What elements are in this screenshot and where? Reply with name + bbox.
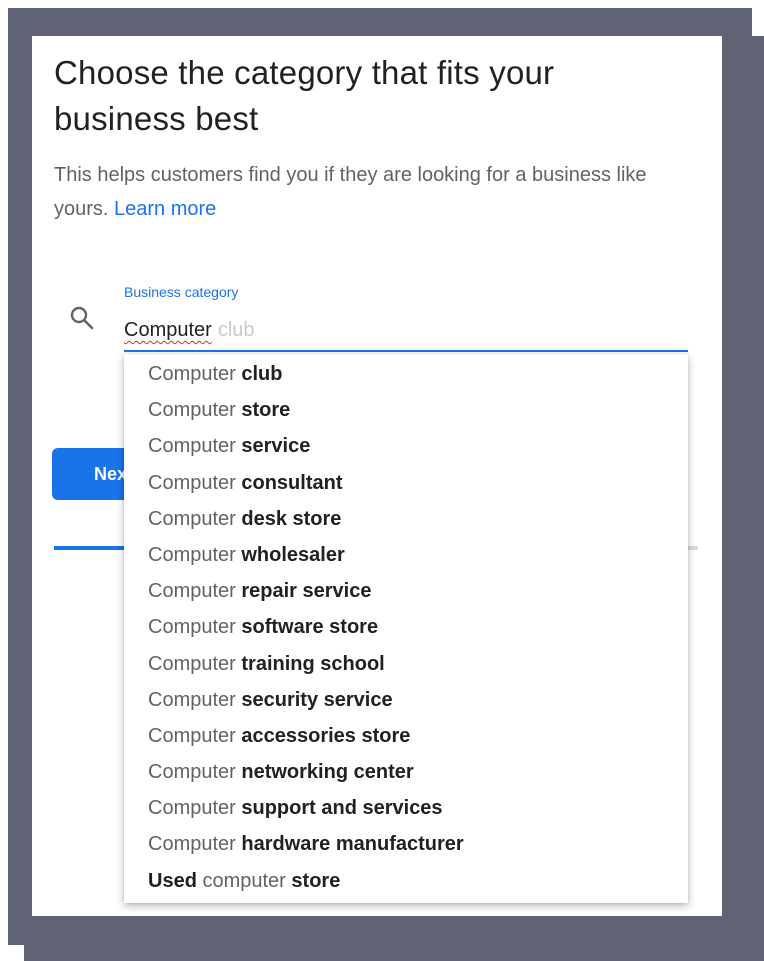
suggestion-suffix: store [291, 869, 341, 892]
suggestion-suffix: support and services [241, 797, 443, 820]
suggestion-match: Computer [148, 543, 236, 566]
typed-value: Computer [124, 319, 212, 341]
suggestion-suffix: accessories store [241, 724, 411, 747]
suggestion-suffix: repair service [241, 580, 372, 603]
suggestion-match: Computer [148, 399, 236, 422]
suggestion-match: Computer [148, 580, 236, 603]
suggestion-prefix: Used [148, 869, 197, 892]
suggestion-option[interactable]: Computer desk store [124, 501, 688, 537]
suggestion-suffix: training school [241, 652, 385, 675]
suggestion-suffix: store [241, 399, 291, 422]
suggestion-option[interactable]: Computer training school [124, 646, 688, 682]
suggestion-option[interactable]: Computer wholesaler [124, 537, 688, 573]
suggestion-option[interactable]: Computer support and services [124, 790, 688, 826]
suggestion-match: Computer [148, 724, 236, 747]
suggestion-option[interactable]: Computer consultant [124, 465, 688, 501]
suggestion-match: Computer [148, 652, 236, 675]
business-category-input[interactable]: Computer club [124, 314, 688, 352]
suggestion-option[interactable]: Used computer store [124, 863, 688, 899]
suggestion-option[interactable]: Computer networking center [124, 754, 688, 790]
page-description: This helps customers find you if they ar… [54, 158, 674, 226]
suggestion-match: Computer [148, 435, 236, 458]
suggestion-match: Computer [148, 616, 236, 639]
suggestion-suffix: desk store [241, 507, 342, 530]
suggestion-suffix: wholesaler [241, 543, 345, 566]
suggestion-suffix: security service [241, 688, 393, 711]
autocomplete-hint: club [217, 319, 255, 341]
suggestion-option[interactable]: Computer store [124, 392, 688, 428]
suggestion-suffix: networking center [241, 761, 414, 784]
category-suggestions-dropdown: Computer club Computer store Computer serv… [124, 354, 688, 903]
suggestion-option[interactable]: Computer club [124, 356, 688, 392]
suggestion-option[interactable]: Computer software store [124, 609, 688, 645]
suggestion-match: Computer [148, 761, 236, 784]
suggestion-option[interactable]: Computer repair service [124, 573, 688, 609]
suggestion-match: Computer [148, 688, 236, 711]
suggestion-suffix: software store [241, 616, 379, 639]
suggestion-suffix: hardware manufacturer [241, 833, 464, 856]
suggestion-suffix: consultant [241, 471, 343, 494]
suggestion-match: Computer [148, 471, 236, 494]
business-category-label: Business category [124, 284, 239, 300]
suggestion-match: Computer [148, 507, 236, 530]
suggestion-suffix: club [241, 363, 283, 385]
page-title: Choose the category that fits your busin… [54, 54, 555, 137]
suggestion-match: Computer [148, 833, 236, 856]
suggestion-match: Computer [148, 797, 236, 820]
suggestion-option[interactable]: Computer service [124, 428, 688, 464]
suggestion-option[interactable]: Computer security service [124, 682, 688, 718]
category-card: Choose the category that fits your busin… [32, 36, 722, 916]
suggestion-suffix: service [241, 435, 311, 458]
suggestion-option[interactable]: Computer accessories store [124, 718, 688, 754]
learn-more-link[interactable]: Learn more [114, 198, 216, 220]
suggestion-option[interactable]: Computer hardware manufacturer [124, 826, 688, 862]
search-icon [68, 304, 96, 332]
suggestion-match: computer [202, 869, 286, 892]
suggestion-match: Computer [148, 363, 236, 385]
